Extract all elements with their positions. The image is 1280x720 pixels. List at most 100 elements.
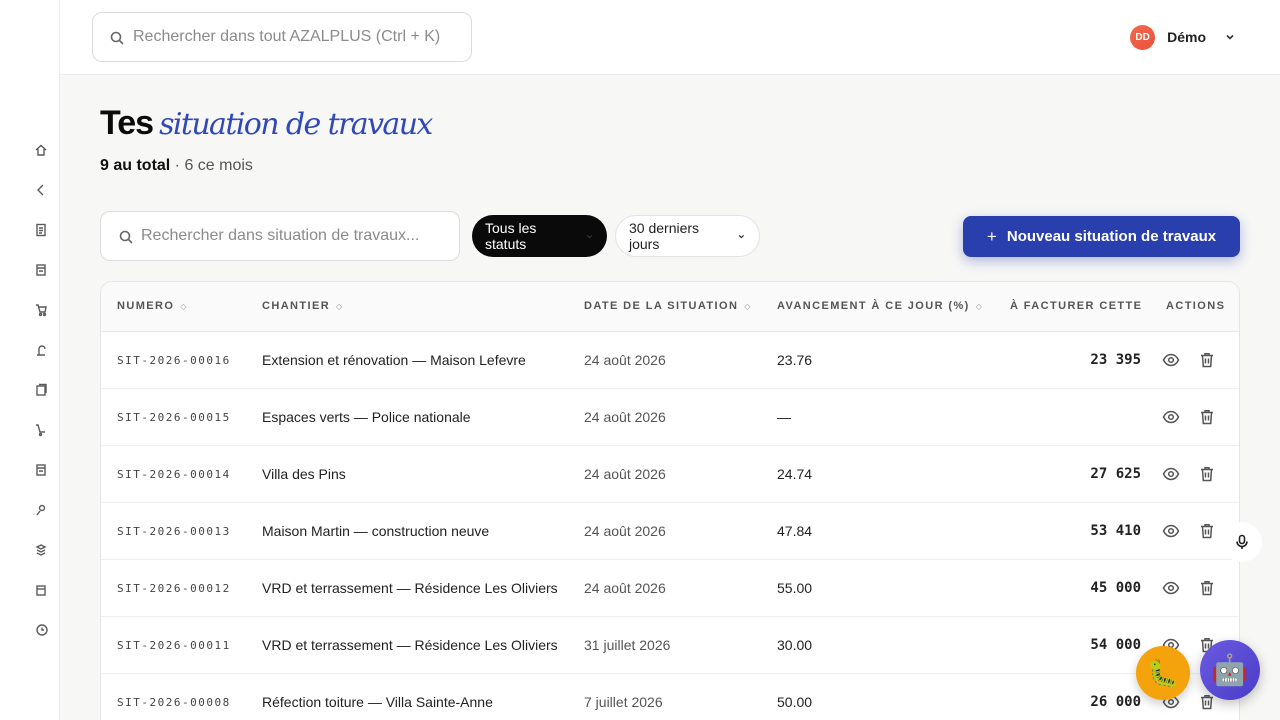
cell-date: 24 août 2026 (584, 580, 666, 596)
cart-icon[interactable] (34, 303, 48, 317)
cell-numero: SIT-2026-00015 (117, 411, 231, 424)
page-subtitle: 9 au total · 6 ce mois (100, 157, 253, 175)
column-label: ACTIONS (1166, 300, 1226, 312)
situations-table: NUMERO ◇ CHANTIER ◇ DATE DE LA SITUATION ◇ … (100, 281, 1240, 720)
delete-icon[interactable] (1198, 522, 1216, 540)
cell-avancement: 50.00 (777, 694, 813, 710)
view-icon[interactable] (1162, 579, 1180, 597)
cell-avancement: — (777, 409, 791, 425)
cell-chantier: Villa des Pins (262, 466, 346, 482)
monthly-count: · 6 ce mois (170, 157, 253, 174)
table-row[interactable]: SIT-2026-00011 VRD et terrassement — Rési… (101, 617, 1239, 674)
view-icon[interactable] (1162, 408, 1180, 426)
status-filter-label: Tous les statuts (485, 220, 537, 252)
view-icon[interactable] (1162, 522, 1180, 540)
top-bar: DD Démo (60, 0, 1280, 75)
sort-icon: ◇ (336, 301, 343, 311)
chevron-down-icon[interactable] (1224, 31, 1236, 43)
cell-facturer: 45 000 (1090, 580, 1141, 596)
table-row[interactable]: SIT-2026-00016 Extension et rénovation — … (101, 332, 1239, 389)
total-count: 9 au total (100, 157, 171, 174)
user-menu[interactable]: DD Démo (1130, 24, 1236, 50)
period-filter[interactable]: 30 derniers jours (615, 215, 760, 257)
list-search-box[interactable] (100, 211, 460, 261)
table-header: NUMERO ◇ CHANTIER ◇ DATE DE LA SITUATION ◇ … (101, 282, 1239, 332)
page-title-italic: situation de travaux (159, 107, 433, 142)
file-icon[interactable] (34, 263, 48, 277)
cell-numero: SIT-2026-00016 (117, 354, 231, 367)
cell-facturer: 23 395 (1090, 352, 1141, 368)
cell-date: 24 août 2026 (584, 523, 666, 539)
delete-icon[interactable] (1198, 408, 1216, 426)
cell-numero: SIT-2026-00014 (117, 468, 231, 481)
list-search-input[interactable] (141, 212, 451, 260)
table-row[interactable]: SIT-2026-00012 VRD et terrassement — Rési… (101, 560, 1239, 617)
cell-chantier: Réfection toiture — Villa Sainte-Anne (262, 694, 493, 710)
cell-numero: SIT-2026-00012 (117, 582, 231, 595)
cell-facturer: 54 000 (1090, 637, 1141, 653)
stack-icon[interactable] (34, 383, 48, 397)
column-header-chantier[interactable]: CHANTIER ◇ (262, 300, 342, 312)
column-label: À FACTURER CETTE (1010, 300, 1143, 312)
cell-chantier: VRD et terrassement — Résidence Les Oliv… (262, 637, 558, 653)
home-icon[interactable] (34, 143, 48, 157)
cell-numero: SIT-2026-00008 (117, 696, 231, 709)
column-label: AVANCEMENT À CE JOUR (%) (777, 300, 970, 312)
microphone-icon (1236, 534, 1248, 549)
cell-date: 24 août 2026 (584, 466, 666, 482)
tool-icon[interactable] (34, 343, 48, 357)
view-icon[interactable] (1162, 351, 1180, 369)
cell-facturer: 53 410 (1090, 523, 1141, 539)
clock-icon[interactable] (34, 623, 48, 637)
cell-avancement: 55.00 (777, 580, 813, 596)
column-label: NUMERO (117, 300, 175, 312)
bug-icon: 🐛 (1146, 657, 1180, 688)
delete-icon[interactable] (1198, 579, 1216, 597)
cell-numero: SIT-2026-00011 (117, 639, 231, 652)
period-filter-label: 30 derniers jours (629, 220, 700, 252)
status-filter[interactable]: Tous les statuts (472, 215, 607, 257)
cell-avancement: 47.84 (777, 523, 813, 539)
table-row[interactable]: SIT-2026-00015 Espaces verts — Police nat… (101, 389, 1239, 446)
sort-icon: ◇ (744, 301, 751, 311)
column-header-date[interactable]: DATE DE LA SITUATION ◇ (584, 300, 750, 312)
column-label: CHANTIER (262, 300, 331, 312)
user-icon[interactable] (34, 503, 48, 517)
cell-date: 7 juillet 2026 (584, 694, 663, 710)
bug-report-button[interactable]: 🐛 (1136, 646, 1190, 700)
folder-icon[interactable] (34, 463, 48, 477)
global-search-input[interactable] (133, 13, 463, 61)
layers-icon[interactable] (34, 543, 48, 557)
view-icon[interactable] (1162, 465, 1180, 483)
chevron-icon[interactable] (34, 183, 48, 197)
cell-date: 31 juillet 2026 (584, 637, 671, 653)
delete-icon[interactable] (1198, 465, 1216, 483)
robot-icon: 🤖 (1211, 653, 1249, 687)
cell-numero: SIT-2026-00013 (117, 525, 231, 538)
delete-icon[interactable] (1198, 693, 1216, 711)
archive-icon[interactable] (34, 583, 48, 597)
cell-chantier: Maison Martin — construction neuve (262, 523, 490, 539)
search-icon (119, 230, 133, 244)
table-row[interactable]: SIT-2026-00008 Réfection toiture — Villa … (101, 674, 1239, 720)
table-row[interactable]: SIT-2026-00013 Maison Martin — constructi… (101, 503, 1239, 560)
column-header-avancement[interactable]: AVANCEMENT À CE JOUR (%) ◇ (777, 300, 982, 312)
global-search-box[interactable] (92, 12, 472, 62)
column-header-numero[interactable]: NUMERO ◇ (117, 300, 186, 312)
column-header-facturer[interactable]: À FACTURER CETTE (1010, 300, 1142, 312)
page-title: Tes situation de travaux (100, 104, 433, 150)
microphone-button[interactable] (1222, 522, 1262, 562)
cell-chantier: Extension et rénovation — Maison Lefevre (262, 352, 526, 368)
delete-icon[interactable] (1198, 351, 1216, 369)
cell-avancement: 30.00 (777, 637, 813, 653)
table-row[interactable]: SIT-2026-00014 Villa des Pins 24 août 2026… (101, 446, 1239, 503)
new-situation-button[interactable]: + Nouveau situation de travaux (963, 216, 1240, 257)
truck-icon[interactable] (34, 423, 48, 437)
assistant-bot-button[interactable]: 🤖 (1200, 640, 1260, 700)
avatar[interactable]: DD (1130, 24, 1156, 50)
user-name[interactable]: Démo (1167, 29, 1206, 45)
column-label: DATE DE LA SITUATION (584, 300, 739, 312)
search-icon (110, 31, 124, 45)
document-icon[interactable] (34, 223, 48, 237)
chevron-down-icon (587, 234, 593, 238)
